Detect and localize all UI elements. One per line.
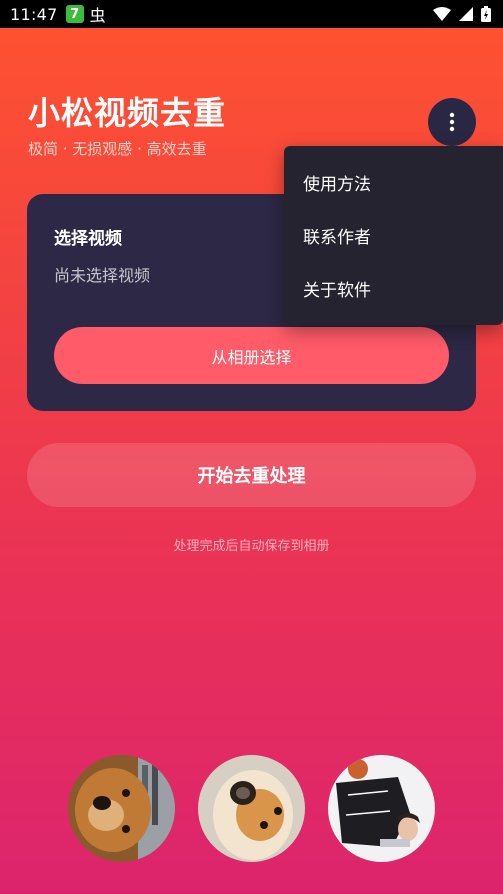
select-from-album-button[interactable]: 从相册选择 [54, 327, 449, 384]
more-menu-button[interactable] [428, 98, 476, 146]
person-photo [328, 755, 435, 862]
status-time: 11:47 [10, 4, 58, 24]
app-title: 小松视频去重 [28, 94, 227, 132]
start-dedup-button[interactable]: 开始去重处理 [27, 443, 476, 507]
avatar-dog-1[interactable] [68, 755, 175, 862]
status-bar: 11:47 7 虫 [0, 0, 503, 28]
card-title: 选择视频 [54, 229, 122, 249]
notification-badge-icon: 7 [65, 5, 84, 23]
avatar-dog-2[interactable] [198, 755, 305, 862]
menu-item-contact-author[interactable]: 联系作者 [284, 209, 503, 262]
dog-photo-2 [198, 755, 305, 862]
wifi-icon [433, 7, 451, 21]
menu-item-usage[interactable]: 使用方法 [284, 156, 503, 209]
save-hint: 处理完成后自动保存到相册 [173, 539, 330, 554]
app-subtitle: 极简 · 无损观感 · 高效去重 [28, 140, 207, 158]
status-icons [433, 6, 491, 22]
more-vert-icon [449, 112, 455, 132]
avatar-person[interactable] [328, 755, 435, 862]
bug-app-icon: 虫 [89, 6, 106, 25]
signal-icon [459, 7, 473, 21]
battery-icon [481, 6, 491, 22]
selection-status: 尚未选择视频 [54, 266, 151, 285]
menu-item-about[interactable]: 关于软件 [284, 262, 503, 315]
dog-photo-1 [68, 755, 175, 862]
overflow-menu: 使用方法 联系作者 关于软件 [284, 146, 503, 325]
